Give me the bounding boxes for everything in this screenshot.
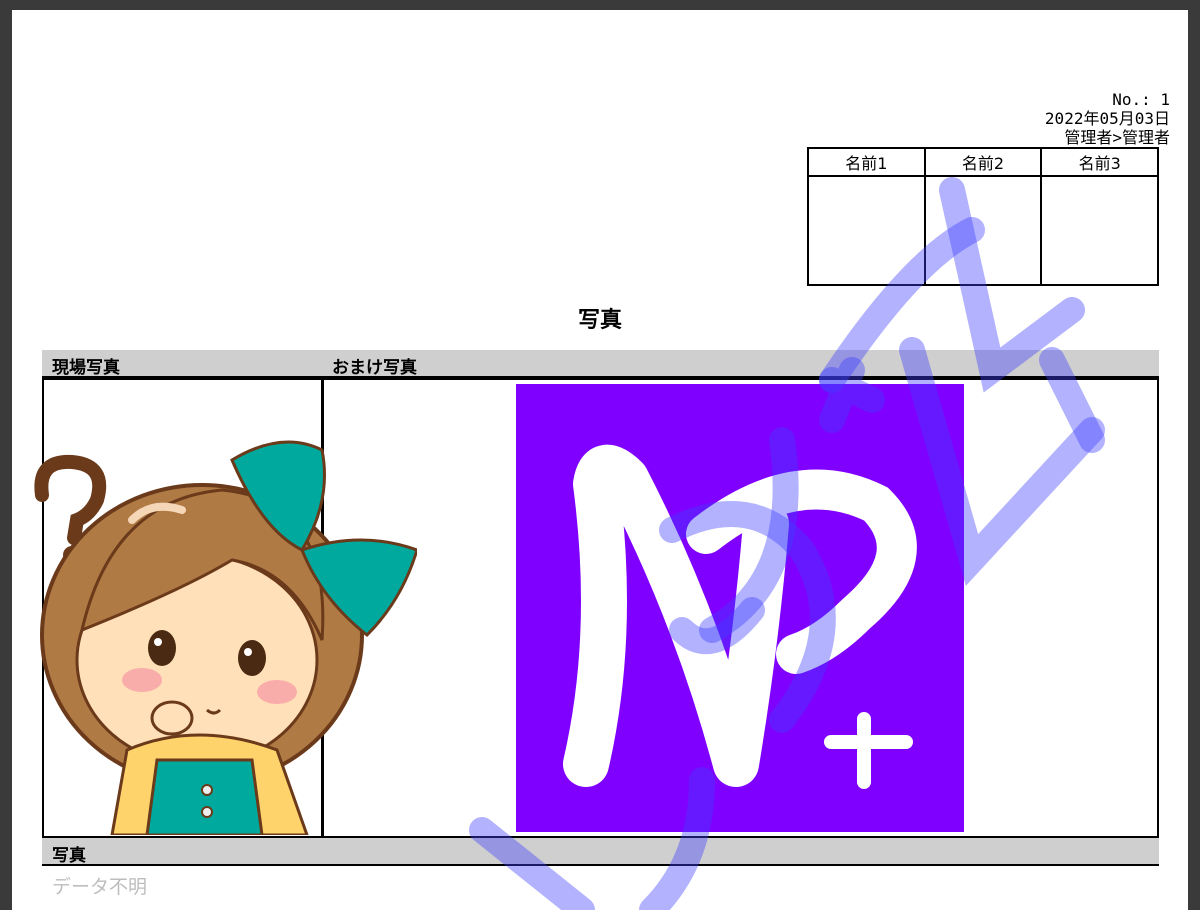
empty-data-note: データ不明 [52, 876, 148, 898]
bonus-photo-label: おまけ写真 [332, 358, 417, 378]
document-author: 管理者>管理者 [1064, 128, 1170, 147]
document-number: No.: 1 [1112, 90, 1170, 109]
site-photo-label: 現場写真 [52, 358, 120, 378]
document-meta: No.: 1 2022年05月03日 管理者>管理者 [1045, 90, 1170, 147]
site-photo-image [34, 440, 417, 835]
watermark-overlay [469, 177, 1105, 910]
bottom-section-label: 写真 [52, 846, 86, 866]
document-date: 2022年05月03日 [1044, 109, 1170, 128]
document-page: No.: 1 2022年05月03日 管理者>管理者 名前1 名前2 名前3 写… [12, 10, 1188, 910]
